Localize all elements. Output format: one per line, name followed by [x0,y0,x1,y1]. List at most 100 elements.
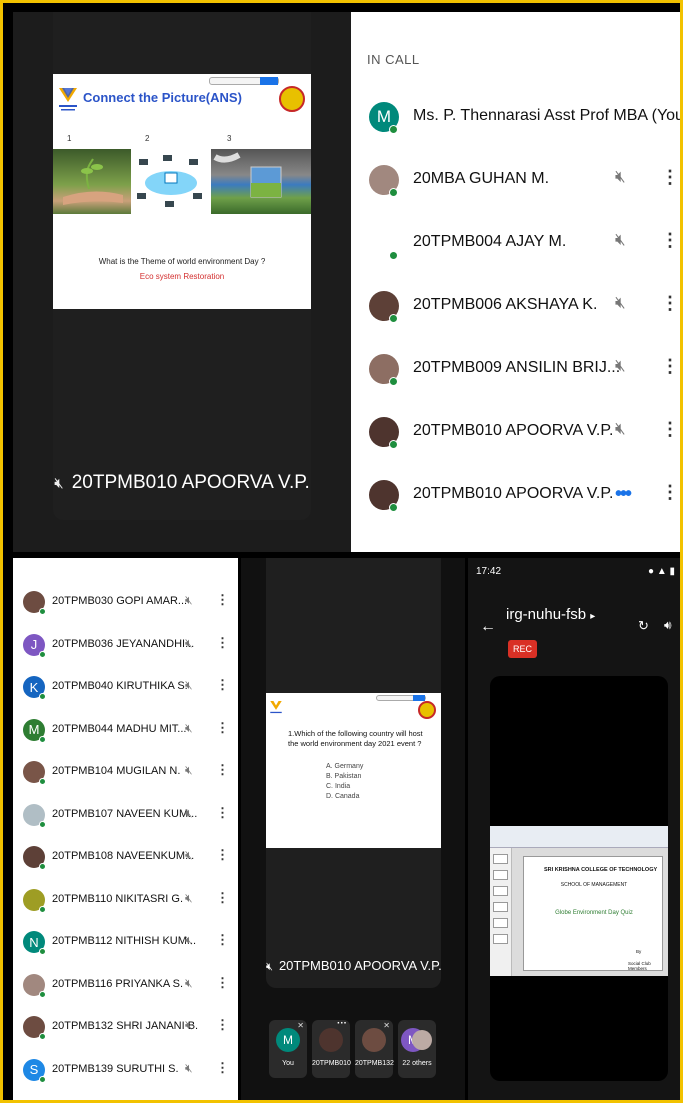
online-dot [39,905,46,913]
participant-row[interactable]: K 20TPMB040 KIRUTHIKA S. 🔇︎ ⋮ [13,666,238,708]
mid-video-panel: 1.Which of the following country will ho… [241,558,465,1100]
strip-label: 20TPMB010 [312,1060,351,1067]
online-dot [39,735,46,743]
quiz-question: 1.Which of the following country will ho… [288,729,423,748]
mic-off-icon: 🔇︎ [185,1018,193,1032]
more-vert-icon[interactable]: ⋮ [216,677,229,693]
avatar [319,1028,343,1052]
mic-off-icon: 🔇︎ [185,593,193,607]
more-vert-icon[interactable]: ⋮ [216,720,229,736]
in-call-header: IN CALL [367,52,420,67]
more-vert-icon[interactable]: ⋮ [216,1060,229,1076]
speaker-icon[interactable]: 🔊︎ [664,618,672,633]
participant-row[interactable]: 20TPMB010 APOORVA V.P. 🔇︎ ⋮ [351,402,680,464]
chevron-right-icon: ▸ [590,611,596,622]
strip-label: 20TPMB132 [355,1060,394,1067]
participant-row[interactable]: J 20TPMB036 JEYANANDHI... 🔇︎ ⋮ [13,624,238,666]
more-vert-icon[interactable]: ⋮ [216,635,229,651]
back-arrow-icon[interactable]: ← [480,618,496,636]
avatar [362,1028,386,1052]
participant-name: 20TPMB004 AJAY M. [413,233,567,250]
more-vert-icon[interactable]: ⋮ [661,230,679,251]
more-vert-icon[interactable]: ⋮ [661,293,679,314]
participant-row[interactable]: 20TPMB010 APOORVA V.P. ••• ⋮ [351,465,680,527]
quiz-option: B. Pakistan [326,773,362,780]
switch-camera-icon[interactable]: ↻ [638,618,649,634]
more-vert-icon[interactable]: ⋮ [216,890,229,906]
shared-slide: Connect the Picture(ANS) 1 2 3 What is t… [53,74,311,309]
online-dot [39,1075,46,1083]
online-dot [389,377,398,386]
rec-badge: REC [508,640,538,658]
participant-name: 20TPMB108 NAVEENKUM... [52,850,195,862]
picture-number: 2 [145,134,150,143]
participant-name: 20MBA GUHAN M. [413,170,550,187]
participant-row[interactable]: 20TPMB004 AJAY M. 🔇︎ ⋮ [351,213,680,275]
present-toolbar [376,695,426,701]
more-vert-icon[interactable]: ⋮ [216,847,229,863]
online-dot [39,820,46,828]
more-vert-icon[interactable]: ⋮ [216,1017,229,1033]
title-slide: SRI KRISHNA COLLEGE OF TECHNOLOGY SCHOOL… [523,856,663,971]
participant-row[interactable]: 20TPMB104 MUGILAN N. 🔇︎ ⋮ [13,751,238,793]
avatar [412,1030,432,1050]
participant-row[interactable]: 20TPMB132 SHRI JANANI B. 🔇︎ ⋮ [13,1006,238,1048]
club-seal-icon [418,701,436,719]
quiz-option: D. Canada [326,793,360,800]
participant-row[interactable]: 20TPMB006 AKSHAYA K. 🔇︎ ⋮ [351,276,680,338]
status-time: 17:42 [476,566,502,577]
status-icons: ● ▲ ▮ [648,566,675,577]
mic-off-icon: 🔇︎ [615,293,626,312]
more-vert-icon[interactable]: ⋮ [661,482,679,503]
collage-frame: Connect the Picture(ANS) 1 2 3 What is t… [0,0,683,1103]
powerpoint-window: SRI KRISHNA COLLEGE OF TECHNOLOGY SCHOOL… [490,826,668,976]
strip-tile-you[interactable]: ✕ M You [269,1020,307,1078]
more-vert-icon[interactable]: ⋮ [661,419,679,440]
speaker-name-bar: 🔇︎ 20TPMB010 APOORVA V.P. [53,472,311,494]
more-vert-icon[interactable]: ⋮ [661,167,679,188]
participant-row[interactable]: 20TPMB110 NIKITASRI G. 🔇︎ ⋮ [13,879,238,921]
participant-row[interactable]: 20TPMB107 NAVEEN KUM... 🔇︎ ⋮ [13,794,238,836]
participant-row[interactable]: 20TPMB030 GOPI AMAR... 🔇︎ ⋮ [13,581,238,623]
slide-title: Globe Environment Day Quiz [555,910,633,916]
participant-row[interactable]: M 20TPMB044 MADHU MIT... 🔇︎ ⋮ [13,709,238,751]
strip-label: 22 others [402,1060,432,1067]
participant-row[interactable]: 20MBA GUHAN M. 🔇︎ ⋮ [351,150,680,212]
strip-label: You [282,1060,294,1067]
more-icon[interactable]: ··· [337,1018,347,1029]
plant-hand-picture [53,149,131,214]
participant-row[interactable]: 20TPMB009 ANSILIN BRIJ... 🔇︎ ⋮ [351,339,680,401]
more-vert-icon[interactable]: ⋮ [216,805,229,821]
more-vert-icon[interactable]: ⋮ [216,762,229,778]
strip-tile-others[interactable]: M 22 others [398,1020,436,1078]
more-vert-icon[interactable]: ⋮ [216,932,229,948]
participant-name: 20TPMB030 GOPI AMAR... [52,595,188,607]
club-seal-icon [279,86,305,112]
online-dot [389,188,398,197]
online-dot [389,503,398,512]
participant-row[interactable]: S 20TPMB139 SURUTHI S. 🔇︎ ⋮ [13,1049,238,1091]
participant-row[interactable]: 20TPMB116 PRIYANKA S. 🔇︎ ⋮ [13,964,238,1006]
slide-members: Social Club Members [628,961,651,971]
more-vert-icon[interactable]: ⋮ [661,356,679,377]
strip-tile-20tpmb132[interactable]: ✕ 20TPMB132 [355,1020,394,1078]
online-dot [39,608,46,615]
strip-tile-20tpmb010[interactable]: ··· 20TPMB010 [312,1018,351,1078]
participant-row[interactable]: N 20TPMB112 NITHISH KUM... 🔇︎ ⋮ [13,921,238,963]
online-dot [389,251,398,260]
participant-name: 20TPMB107 NAVEEN KUM... [52,807,198,820]
mic-off-icon: 🔇︎ [615,356,626,375]
online-dot [39,778,46,785]
more-vert-icon[interactable]: ⋮ [216,975,229,991]
participant-row[interactable]: M Ms. P. Thennarasi Asst Prof MBA (You) [351,87,680,149]
participant-name: 20TPMB036 JEYANANDHI... [52,637,195,650]
college-logo-icon [270,701,282,714]
more-vert-icon[interactable]: ⋮ [216,592,229,608]
in-call-panel: IN CALL M Ms. P. Thennarasi Asst Prof MBA… [351,12,680,552]
mic-off-icon: 🔇︎ [185,975,193,990]
mic-off-icon: 🔇︎ [615,419,626,438]
meeting-code[interactable]: irg-nuhu-fsb ▸ [506,606,595,623]
participant-row[interactable]: 20TPMB108 NAVEENKUM... 🔇︎ ⋮ [13,836,238,878]
slide-by: By [636,949,642,954]
online-dot [39,693,46,700]
